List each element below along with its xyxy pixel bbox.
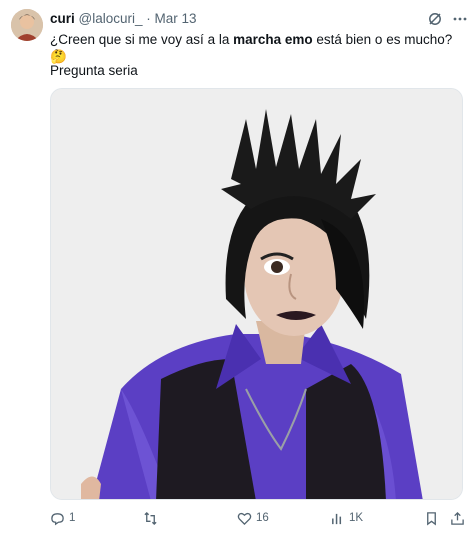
author-name[interactable]: curi — [50, 11, 75, 26]
grok-icon[interactable] — [427, 11, 443, 27]
more-icon[interactable] — [452, 11, 468, 27]
retweet-button[interactable] — [143, 508, 158, 528]
tweet-text: ¿Creen que si me voy así a la marcha emo… — [50, 31, 465, 65]
tweet-header: curi @lalocuri_ · Mar 13 — [50, 11, 197, 27]
reply-count: 1 — [69, 512, 76, 524]
separator: · — [146, 11, 151, 26]
bookmark-icon — [427, 511, 436, 525]
like-count: 16 — [256, 512, 269, 524]
share-button[interactable] — [450, 508, 465, 528]
author-handle[interactable]: @lalocuri_ — [79, 11, 143, 26]
reply-button[interactable]: 1 — [50, 508, 75, 528]
views-count: 1K — [349, 512, 364, 524]
share-icon — [451, 511, 464, 525]
tweet-actions: 1 16 1K — [50, 508, 468, 528]
like-button[interactable]: 16 — [237, 508, 269, 528]
tweet-image[interactable] — [50, 88, 463, 500]
like-icon — [237, 512, 252, 525]
retweet-icon — [144, 511, 157, 525]
tweet-text-pre: ¿Creen que si me voy así a la — [50, 32, 234, 47]
tweet-date[interactable]: Mar 13 — [155, 11, 197, 26]
tweet-card[interactable]: curi @lalocuri_ · Mar 13 ¿Creen que si m… — [0, 0, 475, 536]
reply-icon — [51, 512, 64, 525]
bookmark-button[interactable] — [424, 508, 439, 528]
tweet-text-line2: Pregunta seria — [50, 63, 138, 78]
views-icon — [332, 513, 342, 524]
tweet-text-bold: marcha emo — [233, 32, 313, 47]
avatar[interactable] — [11, 9, 43, 41]
views-button[interactable]: 1K — [330, 508, 363, 528]
